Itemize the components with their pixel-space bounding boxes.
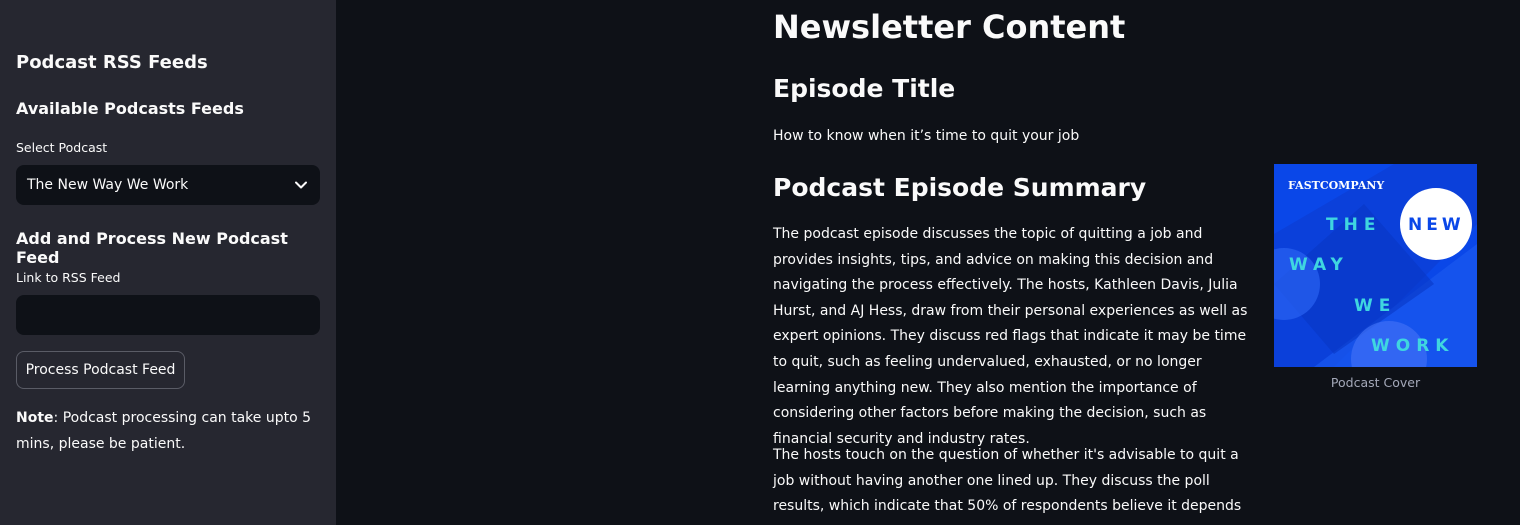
podcast-cover-caption: Podcast Cover — [1330, 375, 1421, 390]
summary-paragraph-2: The hosts touch on the question of wheth… — [773, 447, 1242, 525]
page-title: Newsletter Content — [773, 8, 1126, 46]
cover-word-4: WE — [1354, 296, 1396, 316]
podcast-cover-figure: FASTCOMPANY THE NEW WAY WE WORK Podcast … — [1274, 164, 1477, 390]
sidebar-title: Podcast RSS Feeds — [16, 52, 208, 73]
cover-word-3: WAY — [1289, 255, 1349, 275]
cover-word-5: WORK — [1371, 336, 1454, 356]
cover-word-1: THE — [1326, 215, 1381, 235]
podcast-select-value: The New Way We Work — [27, 177, 189, 193]
cover-word-2: NEW — [1408, 215, 1465, 235]
add-feed-heading: Add and Process New Podcast Feed — [16, 229, 288, 267]
summary-heading: Podcast Episode Summary — [773, 173, 1147, 202]
app: Podcast RSS Feeds Available Podcasts Fee… — [0, 0, 1520, 525]
process-feed-button[interactable]: Process Podcast Feed — [16, 351, 185, 389]
sidebar: Podcast RSS Feeds Available Podcasts Fee… — [0, 0, 336, 525]
processing-note: Note: Podcast processing can take upto 5… — [16, 405, 316, 457]
cover-brand: FASTCOMPANY — [1288, 179, 1384, 192]
episode-title-text: How to know when it’s time to quit your … — [773, 128, 1080, 144]
episode-title-heading: Episode Title — [773, 74, 956, 103]
available-feeds-heading: Available Podcasts Feeds — [16, 99, 244, 118]
podcast-select[interactable]: The New Way We Work — [16, 165, 320, 205]
podcast-cover-image: FASTCOMPANY THE NEW WAY WE WORK — [1274, 164, 1477, 367]
select-podcast-label: Select Podcast — [16, 140, 108, 155]
chevron-down-icon — [293, 177, 309, 193]
note-text: : Podcast processing can take upto 5 min… — [16, 410, 312, 452]
summary-paragraph-1: The podcast episode discusses the topic … — [773, 226, 1248, 447]
rss-link-label: Link to RSS Feed — [16, 270, 121, 285]
note-label: Note — [16, 410, 54, 426]
rss-link-input[interactable] — [16, 295, 320, 335]
